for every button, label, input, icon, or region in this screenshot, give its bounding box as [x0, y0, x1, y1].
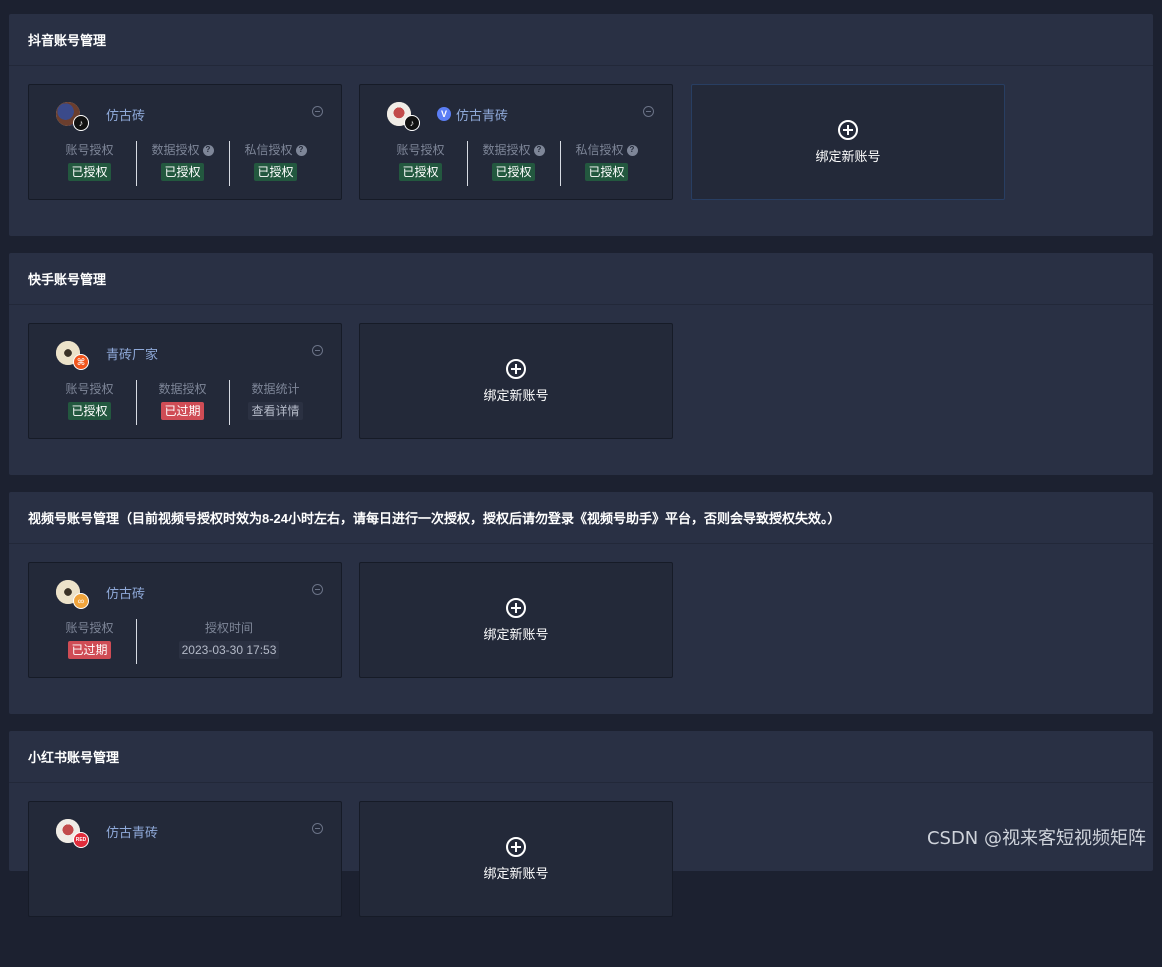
stat-label: 账号授权: [396, 143, 445, 157]
account-card: ♪ V 仿古青砖 账号授权 已授权 数据授权? 已授权 私信授权? 已授权: [359, 84, 673, 200]
kuaishou-section: 快手账号管理 ⌘ 青砖厂家 账号授权 已授权 数据授权 已过期 数据统计 查看详…: [9, 253, 1153, 475]
stat-label: 私信授权: [244, 143, 293, 157]
xiaohongshu-section-title: 小红书账号管理: [9, 731, 1153, 783]
avatar[interactable]: ⌘: [56, 341, 89, 370]
account-card: ∞ 仿古砖 账号授权 已过期 授权时间 2023-03-30 17:53: [28, 562, 342, 678]
help-icon[interactable]: ?: [295, 144, 307, 156]
bind-new-account-button[interactable]: 绑定新账号: [359, 562, 673, 678]
stat-message-auth: 私信授权? 已授权: [560, 140, 653, 186]
account-name[interactable]: 仿古青砖: [106, 822, 158, 841]
status-badge: 已授权: [399, 163, 442, 181]
help-icon[interactable]: ?: [202, 144, 214, 156]
stat-label: 账号授权: [65, 143, 114, 157]
stat-label: 账号授权: [65, 382, 114, 396]
stat-data-auth: 数据授权? 已授权: [136, 140, 229, 186]
auth-time-value: 2023-03-30 17:53: [178, 641, 280, 659]
kuaishou-section-title: 快手账号管理: [9, 253, 1153, 305]
account-name[interactable]: 青砖厂家: [106, 344, 158, 363]
add-circle-icon: [838, 119, 858, 140]
bind-new-account-label: 绑定新账号: [483, 387, 549, 403]
stat-data-auth: 数据授权? 已授权: [467, 140, 560, 186]
stat-account-auth: 账号授权 已授权: [43, 140, 136, 186]
unbind-icon[interactable]: [312, 345, 323, 356]
stat-label: 账号授权: [65, 621, 114, 635]
stat-label: 数据授权: [482, 143, 531, 157]
unbind-icon[interactable]: [312, 106, 323, 117]
add-circle-icon: [506, 836, 526, 857]
kuaishou-logo-icon: ⌘: [73, 354, 89, 370]
status-badge: 已授权: [492, 163, 535, 181]
shipinhao-section: 视频号账号管理（目前视频号授权时效为8-24小时左右，请每日进行一次授权，授权后…: [9, 492, 1153, 714]
stat-auth-time: 授权时间 2023-03-30 17:53: [136, 618, 322, 664]
stat-label: 数据统计: [251, 382, 300, 396]
bind-new-account-button[interactable]: 绑定新账号: [691, 84, 1005, 200]
account-card: RED 仿古青砖: [28, 801, 342, 917]
stat-label: 数据授权: [158, 382, 207, 396]
add-circle-icon: [506, 597, 526, 618]
account-card: ⌘ 青砖厂家 账号授权 已授权 数据授权 已过期 数据统计 查看详情: [28, 323, 342, 439]
douyin-section: 抖音账号管理 ♪ 仿古砖 账号授权 已授权 数据授权? 已授权 私信授权 ? 已…: [9, 14, 1153, 236]
xiaohongshu-section: 小红书账号管理 RED 仿古青砖 绑定新账号: [9, 731, 1153, 917]
unbind-icon[interactable]: [643, 106, 654, 117]
bind-new-account-label: 绑定新账号: [483, 626, 549, 642]
account-card: ♪ 仿古砖 账号授权 已授权 数据授权? 已授权 私信授权? 已授权: [28, 84, 342, 200]
avatar[interactable]: ∞: [56, 580, 89, 609]
verified-icon: V: [437, 107, 451, 121]
view-details-link[interactable]: 查看详情: [248, 402, 303, 420]
bind-new-account-button[interactable]: 绑定新账号: [359, 323, 673, 439]
stat-account-auth: 账号授权 已授权: [374, 140, 467, 186]
status-badge: 已过期: [68, 641, 111, 659]
shipinhao-logo-icon: ∞: [73, 593, 89, 609]
stat-label: 授权时间: [204, 621, 253, 635]
stat-data-stats: 数据统计 查看详情: [229, 379, 322, 425]
status-badge: 已授权: [68, 163, 111, 181]
unbind-icon[interactable]: [312, 823, 323, 834]
stat-label: 数据授权: [151, 143, 200, 157]
watermark: CSDN @视来客短视频矩阵: [926, 828, 1146, 849]
help-icon[interactable]: ?: [533, 144, 545, 156]
douyin-section-title: 抖音账号管理: [9, 14, 1153, 66]
avatar[interactable]: ♪: [387, 102, 420, 131]
bind-new-account-label: 绑定新账号: [815, 148, 881, 164]
add-circle-icon: [506, 358, 526, 379]
account-name[interactable]: 仿古青砖: [456, 105, 508, 124]
douyin-logo-icon: ♪: [73, 115, 89, 131]
avatar[interactable]: RED: [56, 819, 89, 848]
avatar[interactable]: ♪: [56, 102, 89, 131]
xiaohongshu-logo-icon: RED: [73, 832, 89, 848]
status-badge: 已过期: [161, 402, 204, 420]
status-badge: 已授权: [68, 402, 111, 420]
douyin-logo-icon: ♪: [404, 115, 420, 131]
stat-data-auth: 数据授权 已过期: [136, 379, 229, 425]
status-badge: 已授权: [254, 163, 297, 181]
status-badge: 已授权: [161, 163, 204, 181]
shipinhao-section-title: 视频号账号管理（目前视频号授权时效为8-24小时左右，请每日进行一次授权，授权后…: [9, 492, 1153, 544]
help-icon[interactable]: ?: [626, 144, 638, 156]
account-name[interactable]: 仿古砖: [106, 105, 145, 124]
stat-label: 私信授权: [575, 143, 624, 157]
stat-account-auth: 账号授权 已过期: [43, 618, 136, 664]
account-name[interactable]: 仿古砖: [106, 583, 145, 602]
bind-new-account-label: 绑定新账号: [483, 865, 549, 881]
bind-new-account-button[interactable]: 绑定新账号: [359, 801, 673, 917]
stat-message-auth: 私信授权? 已授权: [229, 140, 322, 186]
unbind-icon[interactable]: [312, 584, 323, 595]
stat-account-auth: 账号授权 已授权: [43, 379, 136, 425]
status-badge: 已授权: [585, 163, 628, 181]
